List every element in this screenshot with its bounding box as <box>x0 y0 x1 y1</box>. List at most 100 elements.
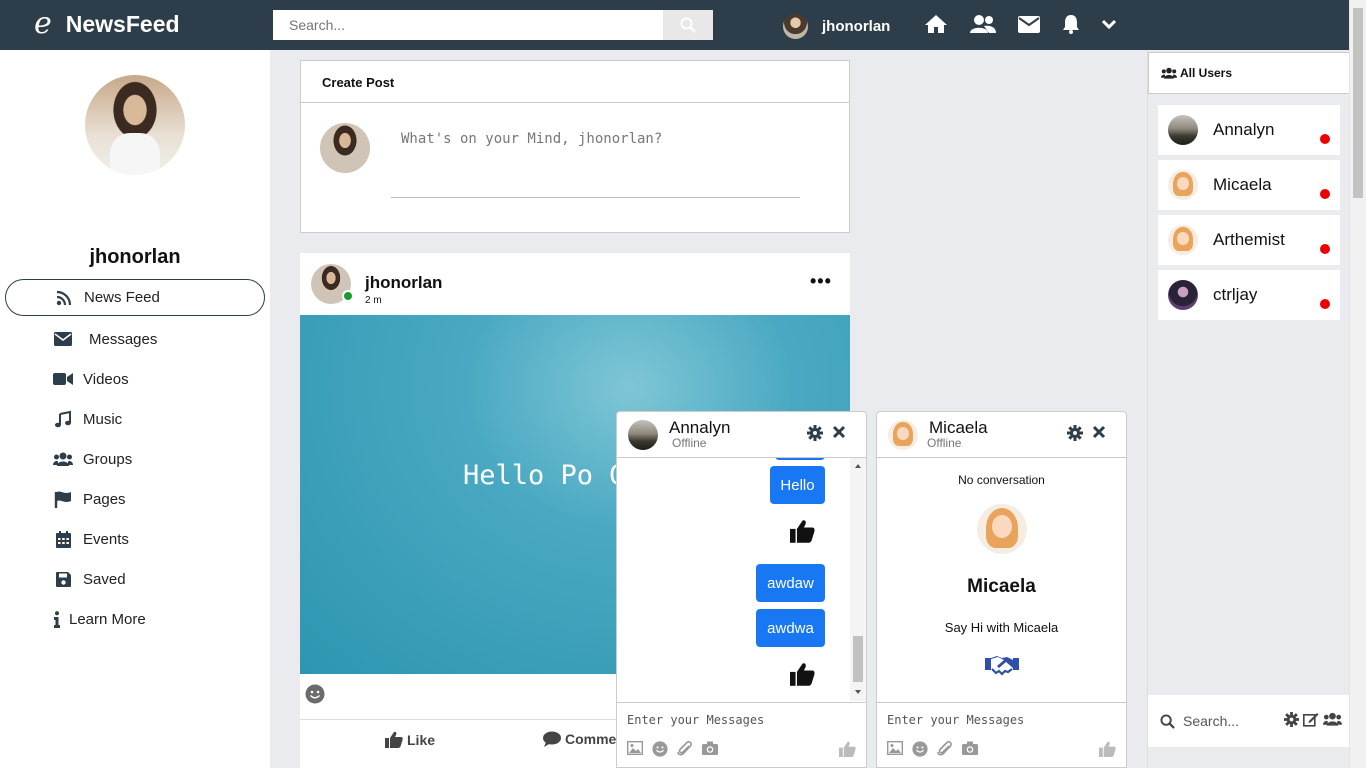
home-icon[interactable] <box>924 14 948 34</box>
sidebar-item-label: Groups <box>83 450 133 468</box>
sidebar-item-label: Messages <box>89 330 158 348</box>
user-card-annalyn[interactable]: Annalyn <box>1158 105 1340 155</box>
offline-status-dot <box>1320 299 1330 309</box>
chevron-down-icon[interactable] <box>1102 19 1116 29</box>
sidebar-item-learn-more[interactable]: Learn More <box>5 599 265 639</box>
offline-status-dot <box>1320 189 1330 199</box>
camera-icon[interactable] <box>962 741 978 757</box>
user-card-micaela[interactable]: Micaela <box>1158 160 1340 210</box>
emoji-icon[interactable] <box>652 741 668 757</box>
gear-icon[interactable] <box>807 425 823 446</box>
chat-tools <box>627 741 727 757</box>
chat-status: Offline <box>927 436 962 450</box>
current-user[interactable]: jhonorlan <box>783 14 890 39</box>
sidebar-item-events[interactable]: Events <box>5 519 265 559</box>
sidebar-item-label: Saved <box>83 570 126 588</box>
left-sidebar: jhonorlan News Feed Messages Videos Musi… <box>0 50 270 768</box>
avatar <box>1168 280 1198 310</box>
chat-header[interactable]: Annalyn Offline <box>617 412 866 458</box>
thumbs-up-icon[interactable] <box>839 741 856 762</box>
gear-icon[interactable] <box>1067 425 1083 446</box>
user-name: Annalyn <box>1213 120 1275 139</box>
search-button[interactable] <box>663 10 713 40</box>
username: jhonorlan <box>822 18 891 35</box>
paperclip-icon[interactable] <box>677 741 693 757</box>
more-options-icon[interactable]: ••• <box>810 271 832 292</box>
profile-picture[interactable] <box>85 75 185 175</box>
right-sidebar: All Users Annalyn Micaela Arthemist ctrl… <box>1147 50 1350 768</box>
gear-icon[interactable] <box>1284 712 1299 727</box>
rss-icon <box>54 290 74 306</box>
post-timestamp: 2 m <box>365 295 382 306</box>
chat-header[interactable]: Micaela Offline <box>877 412 1126 458</box>
bell-icon[interactable] <box>1062 14 1080 34</box>
thumbs-up-icon <box>790 519 815 548</box>
user-card-arthemist[interactable]: Arthemist <box>1158 215 1340 265</box>
avatar <box>1168 115 1198 145</box>
sidebar-item-saved[interactable]: Saved <box>5 559 265 599</box>
avatar <box>1168 170 1198 200</box>
scrollbar-thumb[interactable] <box>1353 8 1363 198</box>
user-card-ctrljay[interactable]: ctrljay <box>1158 270 1340 320</box>
paperclip-icon[interactable] <box>937 741 953 757</box>
info-icon <box>53 610 61 628</box>
chat-messages: No conversation Micaela Say Hi with Mica… <box>877 458 1126 701</box>
avatar <box>1168 225 1198 255</box>
user-name: Arthemist <box>1213 230 1285 249</box>
envelope-icon[interactable] <box>1018 15 1040 33</box>
message-input[interactable]: Enter your Messages <box>627 713 764 727</box>
message-bubble: awdaw <box>756 564 825 602</box>
chat-status: Offline <box>672 436 707 450</box>
post-author[interactable]: jhonorlan <box>365 273 442 293</box>
message-bubble <box>775 458 825 460</box>
post-input[interactable]: What's on your Mind, jhonorlan? <box>401 131 662 147</box>
edit-icon[interactable] <box>1303 712 1319 727</box>
chat-scrollbar[interactable] <box>850 458 866 701</box>
sidebar-item-videos[interactable]: Videos <box>5 359 265 399</box>
user-name: Micaela <box>1213 175 1272 194</box>
chat-input-area: Enter your Messages <box>617 702 866 768</box>
sidebar-item-label: Events <box>83 530 129 548</box>
avatar <box>628 420 658 450</box>
offline-status-dot <box>1320 244 1330 254</box>
like-button[interactable]: Like <box>385 731 435 748</box>
user-name: ctrljay <box>1213 285 1258 304</box>
sidebar-item-groups[interactable]: Groups <box>5 439 265 479</box>
handshake-icon[interactable] <box>985 654 1019 681</box>
sidebar-item-news-feed[interactable]: News Feed <box>5 279 265 316</box>
camera-icon[interactable] <box>702 741 718 757</box>
chat-messages: Hello awdaw awdwa <box>617 458 866 701</box>
app-name: NewsFeed <box>65 10 180 37</box>
user-search-input[interactable]: Search... <box>1183 713 1239 729</box>
search-input[interactable] <box>273 10 663 40</box>
users-icon[interactable] <box>1323 712 1342 726</box>
friends-icon[interactable] <box>970 14 996 34</box>
emoji-icon[interactable] <box>912 741 928 757</box>
music-icon <box>53 410 73 428</box>
brand[interactable]: e NewsFeed <box>34 9 180 39</box>
thumbs-up-icon[interactable] <box>1099 741 1116 762</box>
message-input[interactable]: Enter your Messages <box>887 713 1024 727</box>
image-icon[interactable] <box>887 741 903 757</box>
create-post-title: Create Post <box>301 61 849 103</box>
sidebar-item-pages[interactable]: Pages <box>5 479 265 519</box>
sidebar-item-music[interactable]: Music <box>5 399 265 439</box>
say-hi-text: Say Hi with Micaela <box>944 620 1059 635</box>
emoji-icon[interactable] <box>305 684 325 709</box>
scrollbar-thumb[interactable] <box>853 636 863 682</box>
page-scrollbar[interactable] <box>1349 0 1366 768</box>
profile-name[interactable]: jhonorlan <box>0 246 270 269</box>
sidebar-nav: News Feed Messages Videos Music Groups P… <box>5 279 265 639</box>
chat-name: Annalyn <box>669 418 731 437</box>
close-icon[interactable] <box>831 424 847 445</box>
close-icon[interactable] <box>1091 424 1107 445</box>
empty-conversation-text: No conversation <box>958 473 1045 487</box>
avatar <box>888 420 918 450</box>
calendar-icon <box>53 530 73 548</box>
create-post-card: Create Post What's on your Mind, jhonorl… <box>300 60 850 233</box>
sidebar-item-label: Pages <box>83 490 126 508</box>
avatar <box>977 504 1027 554</box>
sidebar-item-messages[interactable]: Messages <box>5 319 265 359</box>
image-icon[interactable] <box>627 741 643 757</box>
thumbs-up-icon <box>790 662 815 691</box>
